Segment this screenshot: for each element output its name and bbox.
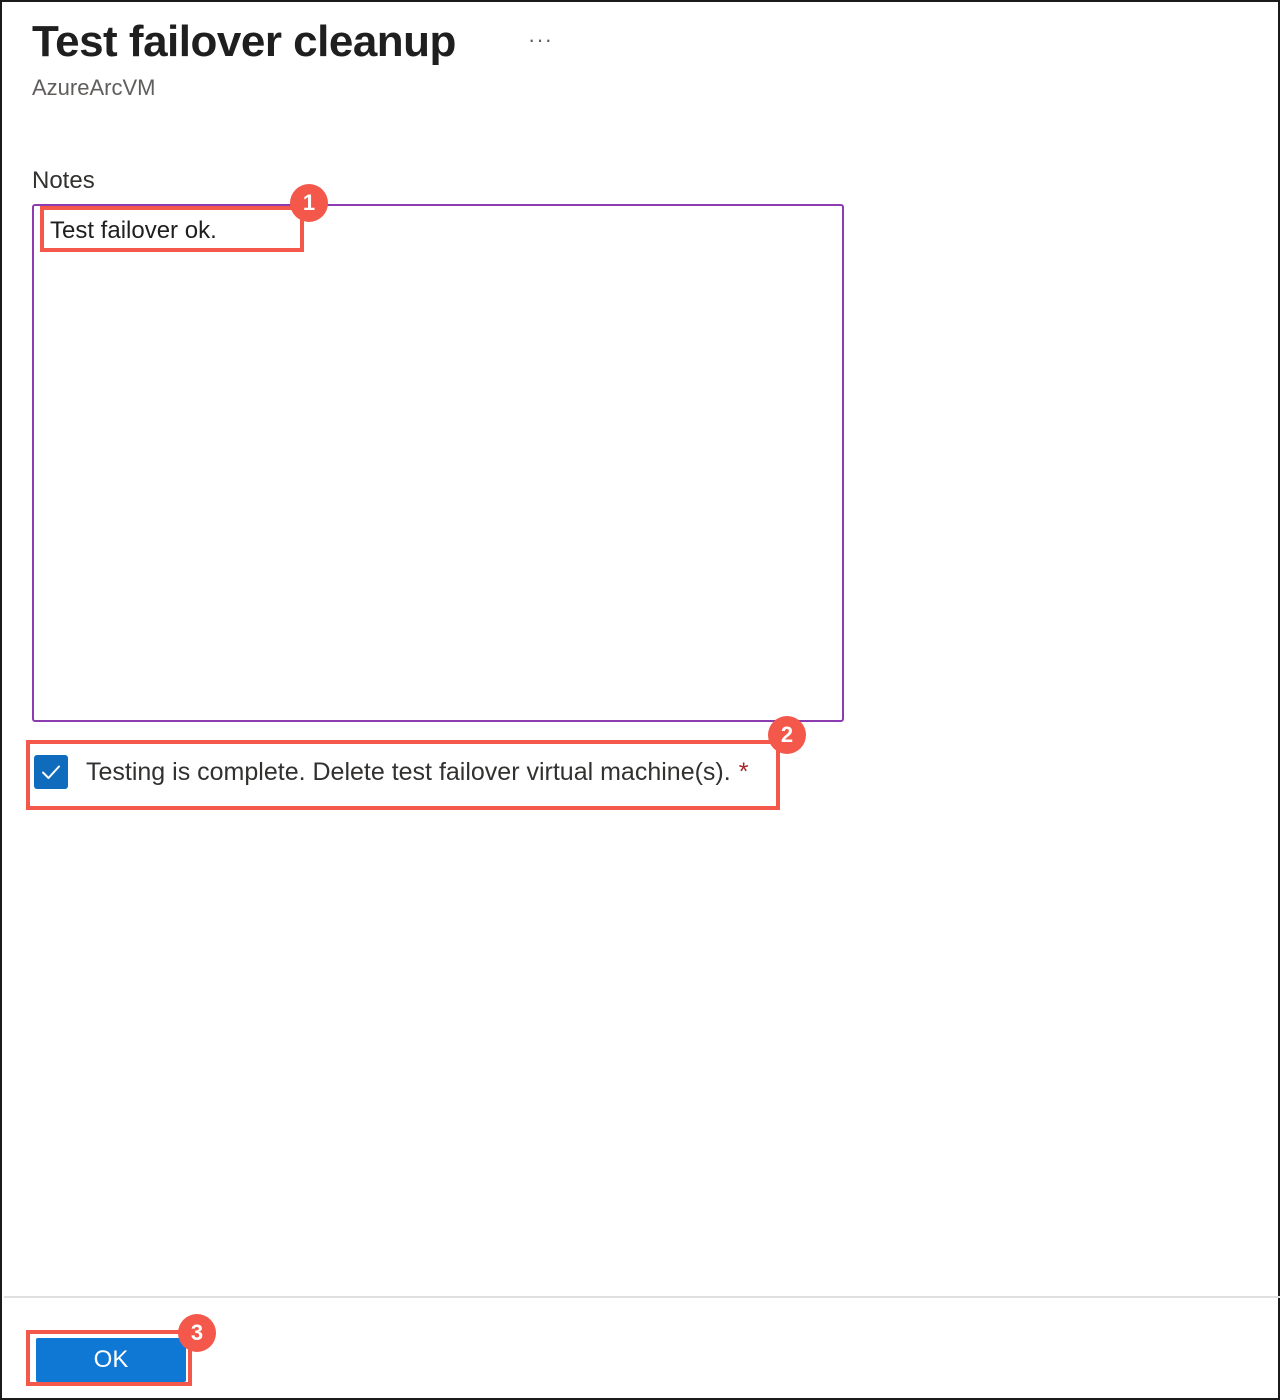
annotation-highlight-3 xyxy=(26,1330,192,1386)
annotation-badge-3: 3 xyxy=(178,1314,216,1352)
more-options-icon[interactable]: ··· xyxy=(528,22,553,58)
annotation-highlight-2 xyxy=(26,740,780,810)
notes-label: Notes xyxy=(32,167,95,194)
annotation-badge-2: 2 xyxy=(768,716,806,754)
annotation-badge-1: 1 xyxy=(290,184,328,222)
page-subtitle: AzureArcVM xyxy=(32,75,156,100)
notes-textarea[interactable]: Test failover ok. xyxy=(32,204,844,722)
annotation-highlight-1 xyxy=(40,206,304,252)
page-title: Test failover cleanup xyxy=(32,17,456,66)
footer-divider xyxy=(4,1296,1280,1298)
